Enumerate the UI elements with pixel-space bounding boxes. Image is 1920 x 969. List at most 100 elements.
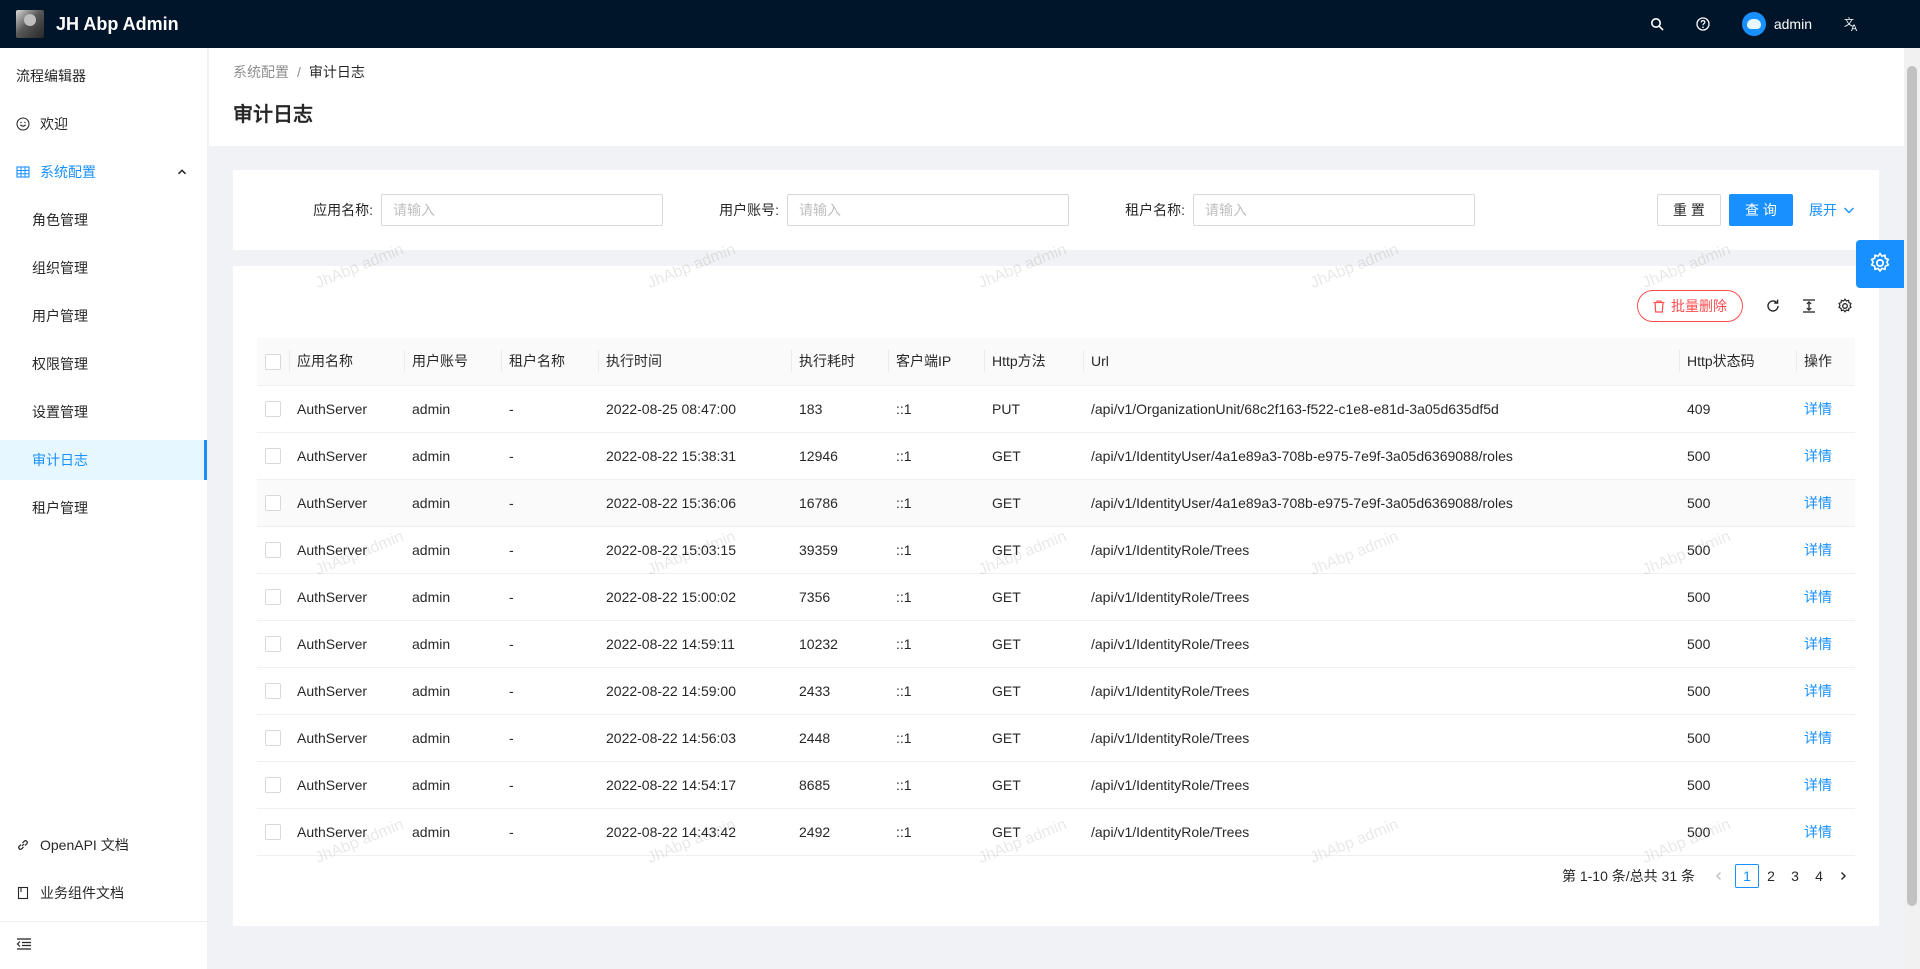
table-cell: admin — [404, 526, 501, 574]
batch-delete-button[interactable]: 批量删除 — [1637, 290, 1743, 322]
row-checkbox[interactable] — [265, 824, 281, 841]
row-select-cell — [257, 385, 289, 433]
user-account-input[interactable] — [787, 194, 1069, 226]
page-4[interactable]: 4 — [1807, 864, 1831, 888]
table-body: AuthServer admin -2022-08-25 08:47:00 183::… — [257, 385, 1855, 856]
reload-icon[interactable] — [1763, 296, 1783, 316]
row-checkbox[interactable] — [265, 589, 281, 606]
table-cell: GET — [984, 667, 1083, 715]
collapse-sidebar-button[interactable] — [0, 921, 207, 969]
logo[interactable]: JH Abp Admin — [0, 0, 179, 48]
row-select-cell — [257, 573, 289, 621]
breadcrumb-parent[interactable]: 系统配置 — [233, 62, 289, 82]
sidebar-link-component-docs[interactable]: 业务组件文档 — [0, 873, 207, 913]
chevron-left-icon[interactable] — [1707, 864, 1731, 888]
sidebar-group-system-config[interactable]: 系统配置 — [0, 152, 207, 192]
page-scrollbar[interactable] — [1904, 48, 1920, 969]
table-cell: 2022-08-22 14:54:17 — [598, 761, 791, 809]
row-checkbox[interactable] — [265, 401, 281, 418]
detail-link[interactable]: 详情 — [1796, 479, 1855, 527]
sidebar-item-label: 欢迎 — [40, 116, 68, 132]
detail-link[interactable]: 详情 — [1796, 526, 1855, 574]
row-checkbox[interactable] — [265, 495, 281, 512]
table-cell: 500 — [1679, 479, 1796, 527]
settings-drawer-button[interactable] — [1856, 240, 1904, 288]
sidebar-item-audit-logs[interactable]: 审计日志 — [0, 440, 207, 480]
table-row: AuthServer admin -2022-08-22 15:38:31 12946… — [257, 432, 1855, 480]
row-select-cell — [257, 620, 289, 668]
search-icon[interactable] — [1634, 0, 1680, 48]
page-2[interactable]: 2 — [1759, 864, 1783, 888]
column-header: Url — [1083, 338, 1679, 386]
app-title: JH Abp Admin — [56, 13, 179, 34]
table-cell: /api/v1/IdentityRole/Trees — [1083, 526, 1679, 574]
table-row: AuthServer admin -2022-08-22 14:59:11 10232… — [257, 620, 1855, 668]
row-checkbox[interactable] — [265, 683, 281, 700]
table-row: AuthServer admin -2022-08-22 14:59:00 2433:… — [257, 667, 1855, 715]
breadcrumb-current: 审计日志 — [308, 64, 365, 80]
sidebar-item-users[interactable]: 用户管理 — [0, 296, 207, 336]
sidebar-item-roles[interactable]: 角色管理 — [0, 200, 207, 240]
detail-link[interactable]: 详情 — [1796, 761, 1855, 809]
table-cell: /api/v1/IdentityRole/Trees — [1083, 808, 1679, 856]
avatar — [1741, 12, 1766, 36]
breadcrumb: 系统配置 / 审计日志 — [233, 62, 1896, 82]
app-name-field: 应用名称: — [257, 194, 663, 226]
reset-button[interactable]: 重 置 — [1657, 194, 1721, 226]
table-cell: 2022-08-25 08:47:00 — [598, 385, 791, 433]
detail-link[interactable]: 详情 — [1796, 385, 1855, 433]
tenant-name-input[interactable] — [1193, 194, 1475, 226]
table-row: AuthServer admin -2022-08-22 14:54:17 8685:… — [257, 761, 1855, 809]
link-icon — [16, 838, 30, 852]
detail-link[interactable]: 详情 — [1796, 432, 1855, 480]
question-icon[interactable] — [1680, 0, 1726, 48]
page-1[interactable]: 1 — [1735, 864, 1759, 888]
sidebar-link-openapi[interactable]: OpenAPI 文档 — [0, 825, 207, 865]
row-checkbox[interactable] — [265, 636, 281, 653]
table-row: AuthServer admin -2022-08-25 08:47:00 183::… — [257, 385, 1855, 433]
row-checkbox[interactable] — [265, 730, 281, 747]
translate-icon[interactable]: 文A — [1828, 0, 1876, 48]
table-row: AuthServer admin -2022-08-22 15:03:15 39359… — [257, 526, 1855, 574]
table-cell: admin — [404, 573, 501, 621]
select-all-checkbox[interactable] — [265, 353, 281, 370]
sidebar-item-organizations[interactable]: 组织管理 — [0, 248, 207, 288]
table-cell: 39359 — [791, 526, 888, 574]
table-cell: /api/v1/IdentityRole/Trees — [1083, 620, 1679, 668]
detail-link[interactable]: 详情 — [1796, 620, 1855, 668]
detail-link[interactable]: 详情 — [1796, 714, 1855, 762]
table-cell: 10232 — [791, 620, 888, 668]
sidebar-item-permissions[interactable]: 权限管理 — [0, 344, 207, 384]
expand-button[interactable]: 展开 — [1809, 200, 1855, 220]
detail-link[interactable]: 详情 — [1796, 667, 1855, 715]
column-height-icon[interactable] — [1799, 296, 1819, 316]
table-cell: 500 — [1679, 808, 1796, 856]
detail-link[interactable]: 详情 — [1796, 573, 1855, 621]
scrollbar-thumb[interactable] — [1907, 66, 1917, 906]
user-menu[interactable]: admin — [1726, 0, 1828, 48]
detail-link[interactable]: 详情 — [1796, 808, 1855, 856]
row-checkbox[interactable] — [265, 777, 281, 794]
table-cell: /api/v1/IdentityRole/Trees — [1083, 761, 1679, 809]
table-cell: 2022-08-22 14:59:11 — [598, 620, 791, 668]
batch-delete-label: 批量删除 — [1671, 298, 1727, 314]
page-3[interactable]: 3 — [1783, 864, 1807, 888]
table-cell: ::1 — [888, 526, 984, 574]
table-cell: /api/v1/OrganizationUnit/68c2f163-f522-c… — [1083, 385, 1679, 433]
chevron-right-icon[interactable] — [1831, 864, 1855, 888]
sidebar-item-flow-editor[interactable]: 流程编辑器 — [0, 56, 207, 96]
query-button[interactable]: 查 询 — [1729, 194, 1793, 226]
table-cell: 500 — [1679, 573, 1796, 621]
table-cell: admin — [404, 385, 501, 433]
setting-icon[interactable] — [1835, 296, 1855, 316]
table-cell: ::1 — [888, 432, 984, 480]
column-header: 操作 — [1796, 338, 1855, 386]
sidebar-item-welcome[interactable]: 欢迎 — [0, 104, 207, 144]
app-name-input[interactable] — [381, 194, 663, 226]
sidebar-item-label: 设置管理 — [32, 404, 88, 420]
row-checkbox[interactable] — [265, 542, 281, 559]
sidebar-item-tenants[interactable]: 租户管理 — [0, 488, 207, 528]
row-checkbox[interactable] — [265, 448, 281, 465]
sidebar-item-settings[interactable]: 设置管理 — [0, 392, 207, 432]
table-cell: 500 — [1679, 432, 1796, 480]
